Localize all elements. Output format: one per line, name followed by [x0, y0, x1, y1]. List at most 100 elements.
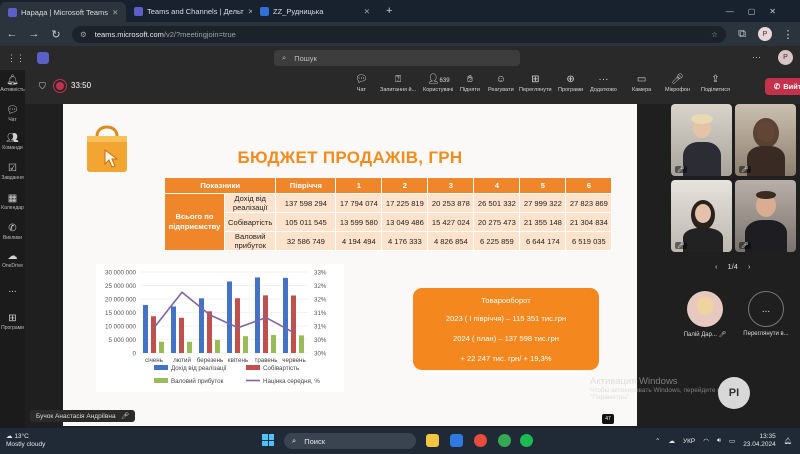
- close-tab-icon[interactable]: ✕: [112, 8, 118, 17]
- more-button[interactable]: ··· Додатково: [590, 74, 617, 93]
- window-controls-icon[interactable]: —▢✕: [726, 7, 790, 16]
- teams-favicon-icon: [134, 6, 143, 16]
- camera-button[interactable]: ▭ Камера: [632, 74, 651, 93]
- y-tick-label: 25 000 000: [105, 283, 137, 290]
- participant-tile[interactable]: Палій Дар... 🎤︎: [676, 291, 734, 338]
- y2-tick-label: 30%: [314, 337, 327, 344]
- rail-label: OneDrive: [1, 263, 24, 269]
- speaker-label: Бучок Анастасія Андріївна 🎤︎: [30, 410, 135, 422]
- mic-off-icon: 🎤︎: [718, 332, 727, 338]
- mail-icon[interactable]: [450, 434, 463, 447]
- bar: [227, 281, 232, 353]
- mic-button[interactable]: 🎤︎ Мікрофон: [665, 74, 690, 93]
- rail-item-onedrive[interactable]: ☁ OneDrive: [0, 251, 25, 269]
- forward-icon[interactable]: →: [28, 28, 40, 40]
- cloud-tray-icon[interactable]: ☁: [668, 437, 675, 445]
- rail-item-calls[interactable]: ✆ Виклики: [0, 223, 25, 241]
- rail-item-activity[interactable]: 🔔︎ Активність: [0, 75, 25, 93]
- wifi-icon[interactable]: ◠: [703, 437, 709, 445]
- raise-hand-button[interactable]: ✋︎ Підняти: [460, 74, 480, 93]
- qa-button[interactable]: ⍰ Запитання й...: [380, 74, 416, 93]
- back-icon[interactable]: ←: [6, 28, 18, 40]
- camera-icon: ▭: [636, 74, 647, 85]
- tasks-icon: ☑: [8, 163, 17, 174]
- chat-button[interactable]: 💬︎ Чат: [355, 74, 368, 93]
- chevron-left-icon[interactable]: ‹: [715, 262, 718, 271]
- video-tile[interactable]: 🎤︎: [671, 180, 732, 252]
- share-button[interactable]: ⇪ Поділитися: [701, 74, 730, 93]
- file-explorer-icon[interactable]: [426, 434, 439, 447]
- app-launcher-icon[interactable]: ⋮⋮: [7, 53, 25, 64]
- bar: [243, 336, 248, 353]
- bar: [255, 277, 260, 353]
- bar: [283, 277, 288, 353]
- extensions-icon[interactable]: ⧉: [736, 28, 748, 41]
- browser-tab[interactable]: ZZ_Рудницька ✕: [252, 2, 378, 20]
- taskbar-search[interactable]: ⌕ Поиск: [284, 433, 416, 449]
- chrome-profile-icon[interactable]: [498, 434, 511, 447]
- rail-item-calendar[interactable]: ▦ Календар: [0, 193, 25, 211]
- weather-widget[interactable]: ☁ 13°C Mostly cloudy: [6, 433, 45, 449]
- bar: [235, 298, 240, 353]
- mic-icon: 🎤︎: [675, 166, 687, 173]
- video-tile[interactable]: 🎤︎: [735, 104, 796, 176]
- chevron-right-icon[interactable]: ›: [748, 262, 751, 271]
- participant-initials-avatar[interactable]: PI: [718, 377, 750, 409]
- chevron-up-icon[interactable]: ⌃: [655, 437, 660, 445]
- shield-icon: ⛉: [39, 81, 46, 91]
- rail-item-more[interactable]: ...: [0, 284, 25, 296]
- language-indicator[interactable]: УКР: [683, 438, 695, 445]
- view-all-tile[interactable]: ... Переглянути в...: [736, 291, 796, 337]
- y-tick-label: 20 000 000: [105, 297, 137, 304]
- leave-button[interactable]: ✆Вийти: [765, 78, 800, 95]
- new-tab-icon[interactable]: +: [386, 5, 392, 17]
- close-tab-icon[interactable]: ✕: [364, 7, 370, 16]
- browser-tab[interactable]: Teams and Channels | Дельт ✕: [126, 2, 252, 20]
- table-row: Валовий прибуток 32 586 749 4 194 494 4 …: [165, 231, 613, 251]
- rail-item-teams[interactable]: 👥︎ Команди: [0, 133, 25, 151]
- spotify-icon[interactable]: [520, 434, 533, 447]
- start-icon[interactable]: [262, 434, 274, 446]
- reload-icon[interactable]: ↻: [50, 28, 62, 41]
- more-options-icon[interactable]: ···: [752, 52, 761, 62]
- y2-tick-label: 32%: [314, 283, 327, 290]
- notifications-icon[interactable]: 🔔︎: [784, 437, 792, 445]
- react-icon: ☺: [495, 74, 506, 85]
- browser-tab-active[interactable]: Нарада | Microsoft Teams ✕: [0, 2, 126, 22]
- table-cell: 27 999 322: [519, 193, 567, 213]
- legend-label: Валовий прибуток: [171, 378, 224, 385]
- tab-title: ZZ_Рудницька: [273, 6, 324, 16]
- react-button[interactable]: ☺ Реагувати: [488, 74, 514, 93]
- rail-item-tasks[interactable]: ☑ Завдання: [0, 163, 25, 181]
- page-badge: 47: [602, 414, 614, 424]
- profile-avatar[interactable]: P: [758, 27, 772, 41]
- table-row: Всього по підприємству Дохід від реаліза…: [164, 193, 613, 251]
- cloud-icon: ☁: [6, 433, 13, 440]
- qa-icon: ⍰: [395, 74, 402, 85]
- apps-button[interactable]: ⊕ Програми: [558, 74, 583, 93]
- video-tile[interactable]: 🎤︎: [671, 104, 732, 176]
- rail-label: Чат: [8, 117, 17, 123]
- address-input[interactable]: ⚙ teams.microsoft.com/v2/?meetingjoin=tr…: [72, 25, 726, 43]
- participant-hair: [753, 118, 779, 148]
- view-button[interactable]: ⊞ Переглянути: [519, 74, 552, 93]
- chrome-icon[interactable]: [474, 434, 487, 447]
- people-button[interactable]: 👤︎639 Користувачі: [423, 74, 453, 93]
- tool-label: Додатково: [590, 87, 617, 93]
- legend-swatch: [154, 378, 168, 383]
- user-avatar[interactable]: P: [778, 50, 793, 65]
- rail-item-chat[interactable]: 💬︎ Чат: [0, 105, 25, 123]
- rail-item-apps[interactable]: ⊞ Програми: [0, 313, 25, 331]
- battery-icon[interactable]: ▭: [729, 437, 735, 445]
- bar: [299, 335, 304, 353]
- bookmark-star-icon[interactable]: ☆: [711, 30, 718, 39]
- tool-label: Реагувати: [488, 87, 514, 93]
- volume-icon[interactable]: 🔊︎: [717, 437, 721, 445]
- search-input[interactable]: ⌕ Пошук: [274, 50, 520, 66]
- site-info-icon[interactable]: ⚙: [80, 30, 87, 39]
- browser-menu-icon[interactable]: ⋮: [782, 28, 794, 41]
- search-icon: ⌕: [282, 53, 287, 62]
- video-tile[interactable]: 🎤︎: [735, 180, 796, 252]
- clock[interactable]: 13:35 23.04.2024: [743, 433, 776, 449]
- table-cell: 17 225 819: [381, 193, 429, 213]
